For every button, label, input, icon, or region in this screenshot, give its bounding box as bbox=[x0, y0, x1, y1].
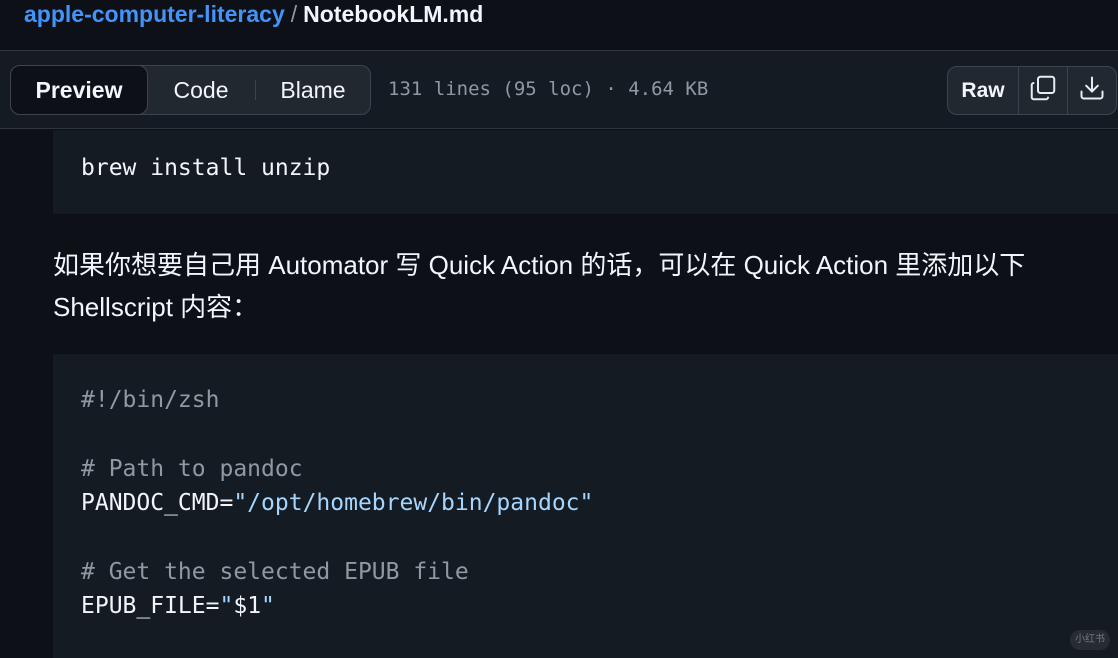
markdown-body: brew install unzip 如果你想要自己用 Automator 写 … bbox=[0, 130, 1118, 658]
code-line-pandoc: PANDOC_CMD="/opt/homebrew/bin/pandoc" bbox=[81, 487, 593, 519]
paragraph: 如果你想要自己用 Automator 写 Quick Action 的话，可以在… bbox=[53, 244, 1118, 328]
code-line: brew install unzip bbox=[81, 155, 331, 181]
file-actions-group: Raw bbox=[947, 66, 1117, 115]
watermark: 小红书 bbox=[1070, 630, 1110, 650]
code-string: "/opt/homebrew/bin/pandoc" bbox=[233, 490, 594, 516]
code-variable-ref: $1 bbox=[233, 593, 262, 619]
code-line-epub: EPUB_FILE="$1" bbox=[81, 590, 275, 622]
breadcrumb: apple-computer-literacy / NotebookLM.md bbox=[24, 0, 483, 28]
tab-blame[interactable]: Blame bbox=[256, 66, 370, 114]
tab-code[interactable]: Code bbox=[147, 66, 255, 114]
file-meta-info: 131 lines (95 loc) · 4.64 KB bbox=[388, 78, 709, 100]
raw-button[interactable]: Raw bbox=[948, 67, 1018, 114]
download-icon bbox=[1078, 74, 1106, 107]
paragraph-line: Shellscript 内容： bbox=[53, 292, 259, 322]
code-variable: PANDOC_CMD= bbox=[81, 490, 234, 516]
code-line-comment: # Get the selected EPUB file bbox=[81, 559, 469, 585]
breadcrumb-separator: / bbox=[290, 1, 298, 27]
download-raw-button[interactable] bbox=[1068, 67, 1116, 114]
code-line-comment: # Path to pandoc bbox=[81, 456, 303, 482]
github-file-view: apple-computer-literacy / NotebookLM.md … bbox=[0, 0, 1118, 658]
view-mode-switcher: Preview Code Blame bbox=[10, 65, 371, 115]
code-block: brew install unzip bbox=[53, 130, 1118, 214]
code-string-quote: " bbox=[261, 593, 275, 619]
tab-preview[interactable]: Preview bbox=[10, 65, 148, 115]
code-string-quote: " bbox=[219, 593, 234, 619]
code-block: #!/bin/zsh # Path to pandoc PANDOC_CMD="… bbox=[53, 354, 1118, 658]
code-line-shebang: #!/bin/zsh bbox=[81, 387, 220, 413]
paragraph-line: 如果你想要自己用 Automator 写 Quick Action 的话，可以在… bbox=[53, 250, 1026, 280]
code-variable: EPUB_FILE= bbox=[81, 593, 220, 619]
file-toolbar: Preview Code Blame 131 lines (95 loc) · … bbox=[0, 51, 1118, 129]
breadcrumb-repo-link[interactable]: apple-computer-literacy bbox=[24, 0, 285, 28]
breadcrumb-file-name: NotebookLM.md bbox=[303, 1, 484, 27]
copy-raw-button[interactable] bbox=[1019, 67, 1067, 114]
copy-icon bbox=[1028, 73, 1058, 108]
